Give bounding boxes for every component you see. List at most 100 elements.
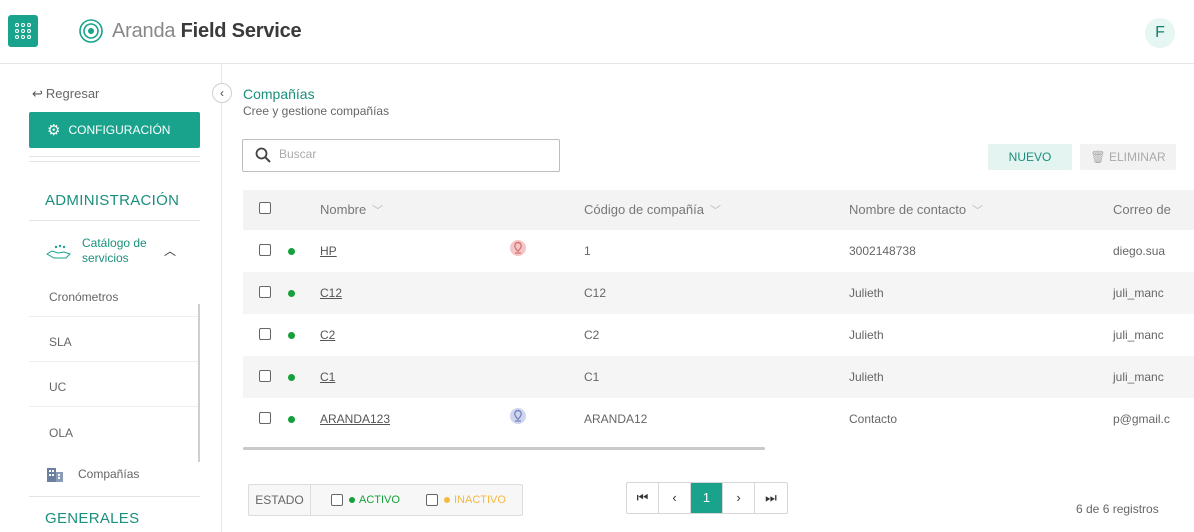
contact-email: juli_manc [1113,370,1164,384]
search-box[interactable] [242,139,560,172]
back-arrow-icon: ↩ [32,86,43,101]
contact-email: juli_manc [1113,328,1164,342]
contact-email: diego.sua [1113,244,1166,258]
chevron-up-icon[interactable]: ︿ [164,242,176,259]
gear-icon: ⚙ [47,122,61,139]
records-count: 6 de 6 registros [1076,502,1159,516]
contact-name: Julieth [849,370,884,384]
back-link[interactable]: ↩ Regresar [32,86,99,102]
page-button-current[interactable]: 1 [691,483,723,513]
contact-name: Julieth [849,286,884,300]
companies-label: Compañías [78,467,140,481]
location-pin-icon [510,240,526,256]
row-checkbox[interactable] [259,286,271,298]
select-all-checkbox[interactable] [259,202,271,214]
row-checkbox[interactable] [259,412,271,424]
pagination: ⏮ ‹ 1 › ⏭ [626,482,788,514]
status-dot-icon [288,332,295,339]
company-code: C2 [584,328,600,342]
row-checkbox[interactable] [259,370,271,382]
first-page-icon[interactable]: ⏮ [627,483,659,513]
contact-name: Julieth [849,328,884,342]
status-dot-icon [288,416,295,423]
apps-grid-icon[interactable] [8,15,38,47]
user-avatar[interactable]: F [1145,18,1175,48]
table-row[interactable]: ARANDA123 ARANDA12 Contacto p@gmail.c [243,398,1194,440]
sidebar-divider [29,361,200,362]
company-name-link[interactable]: HP [320,244,337,258]
status-filter: ESTADO ACTIVO INACTIVO [248,484,523,516]
column-header-contact[interactable]: Nombre de contacto ﹀ [849,202,983,218]
active-checkbox[interactable] [331,494,343,506]
company-name-link[interactable]: ARANDA123 [320,412,390,426]
catalog-label-line2: servicios [82,251,129,265]
table-header: Nombre ﹀ Código de compañía ﹀ Nombre de co… [243,190,1194,230]
sidebar-divider [29,156,200,162]
search-icon [255,147,271,163]
brand-light: Aranda [112,20,176,42]
delete-button[interactable]: 🗑 ELIMINAR [1080,144,1176,170]
search-input[interactable] [279,147,549,161]
next-page-icon[interactable]: › [723,483,755,513]
company-code: 1 [584,244,591,258]
row-checkbox[interactable] [259,244,271,256]
active-label: ACTIVO [359,494,400,506]
company-code: C12 [584,286,607,300]
column-header-code[interactable]: Código de compañía ﹀ [584,202,721,218]
filter-active[interactable]: ACTIVO [331,494,400,506]
sidebar-divider [29,406,200,407]
sidebar-item-service-catalog[interactable]: Catálogo de servicios ︿ [46,236,196,268]
sidebar-item-cronometros[interactable]: Cronómetros [49,290,118,304]
sidebar-item-uc[interactable]: UC [49,380,66,394]
table-horizontal-scrollbar[interactable] [243,447,765,450]
sidebar-divider [29,496,200,497]
table-row[interactable]: C12 C12 Julieth juli_manc [243,272,1194,314]
last-page-icon[interactable]: ⏭ [755,483,787,513]
new-button[interactable]: NUEVO [988,144,1072,170]
chevron-down-icon: ﹀ [972,205,984,217]
section-general[interactable]: GENERALES [45,510,139,527]
app-brand: Aranda Field Service [112,20,302,43]
contact-email: juli_manc [1113,286,1164,300]
company-name-link[interactable]: C12 [320,286,342,300]
sidebar-item-companies[interactable]: Compañías [46,466,139,482]
inactive-dot-icon [444,497,450,503]
status-dot-icon [288,290,295,297]
top-bar: Aranda Field Service F [0,0,1194,64]
active-dot-icon [349,497,355,503]
contact-name: 3002148738 [849,244,916,258]
status-dot-icon [288,248,295,255]
catalog-label: Catálogo de servicios [82,236,147,266]
company-name-link[interactable]: C1 [320,370,335,384]
collapse-sidebar-button[interactable]: ‹ [212,83,232,103]
sidebar-divider [29,220,200,221]
table-row[interactable]: C2 C2 Julieth juli_manc [243,314,1194,356]
sidebar-item-sla[interactable]: SLA [49,335,72,349]
column-header-email[interactable]: Correo de [1113,202,1171,217]
contact-email: p@gmail.c [1113,412,1170,426]
column-header-name[interactable]: Nombre ﹀ [320,202,383,218]
inactive-checkbox[interactable] [426,494,438,506]
configuration-button[interactable]: ⚙ CONFIGURACIÓN [29,112,200,148]
sidebar-divider [29,316,200,317]
table-row[interactable]: HP 1 3002148738 diego.sua [243,230,1194,272]
inactive-label: INACTIVO [454,494,506,506]
company-name-link[interactable]: C2 [320,328,335,342]
chevron-down-icon: ﹀ [372,205,384,217]
table-row[interactable]: C1 C1 Julieth juli_manc [243,356,1194,398]
sidebar-item-ola[interactable]: OLA [49,426,73,440]
chevron-down-icon: ﹀ [709,205,721,217]
page-title: Compañías [243,86,315,102]
previous-page-icon[interactable]: ‹ [659,483,691,513]
catalog-label-line1: Catálogo de [82,236,147,250]
row-checkbox[interactable] [259,328,271,340]
delete-label: ELIMINAR [1108,150,1166,164]
building-icon [47,468,63,482]
sidebar-scrollbar[interactable] [198,304,200,462]
back-label: Regresar [45,86,100,101]
section-administration[interactable]: ADMINISTRACIÓN [45,192,179,209]
filter-inactive[interactable]: INACTIVO [426,494,506,506]
location-pin-icon [510,408,526,424]
contact-name: Contacto [849,412,898,426]
brand-bold: Field Service [180,20,302,42]
